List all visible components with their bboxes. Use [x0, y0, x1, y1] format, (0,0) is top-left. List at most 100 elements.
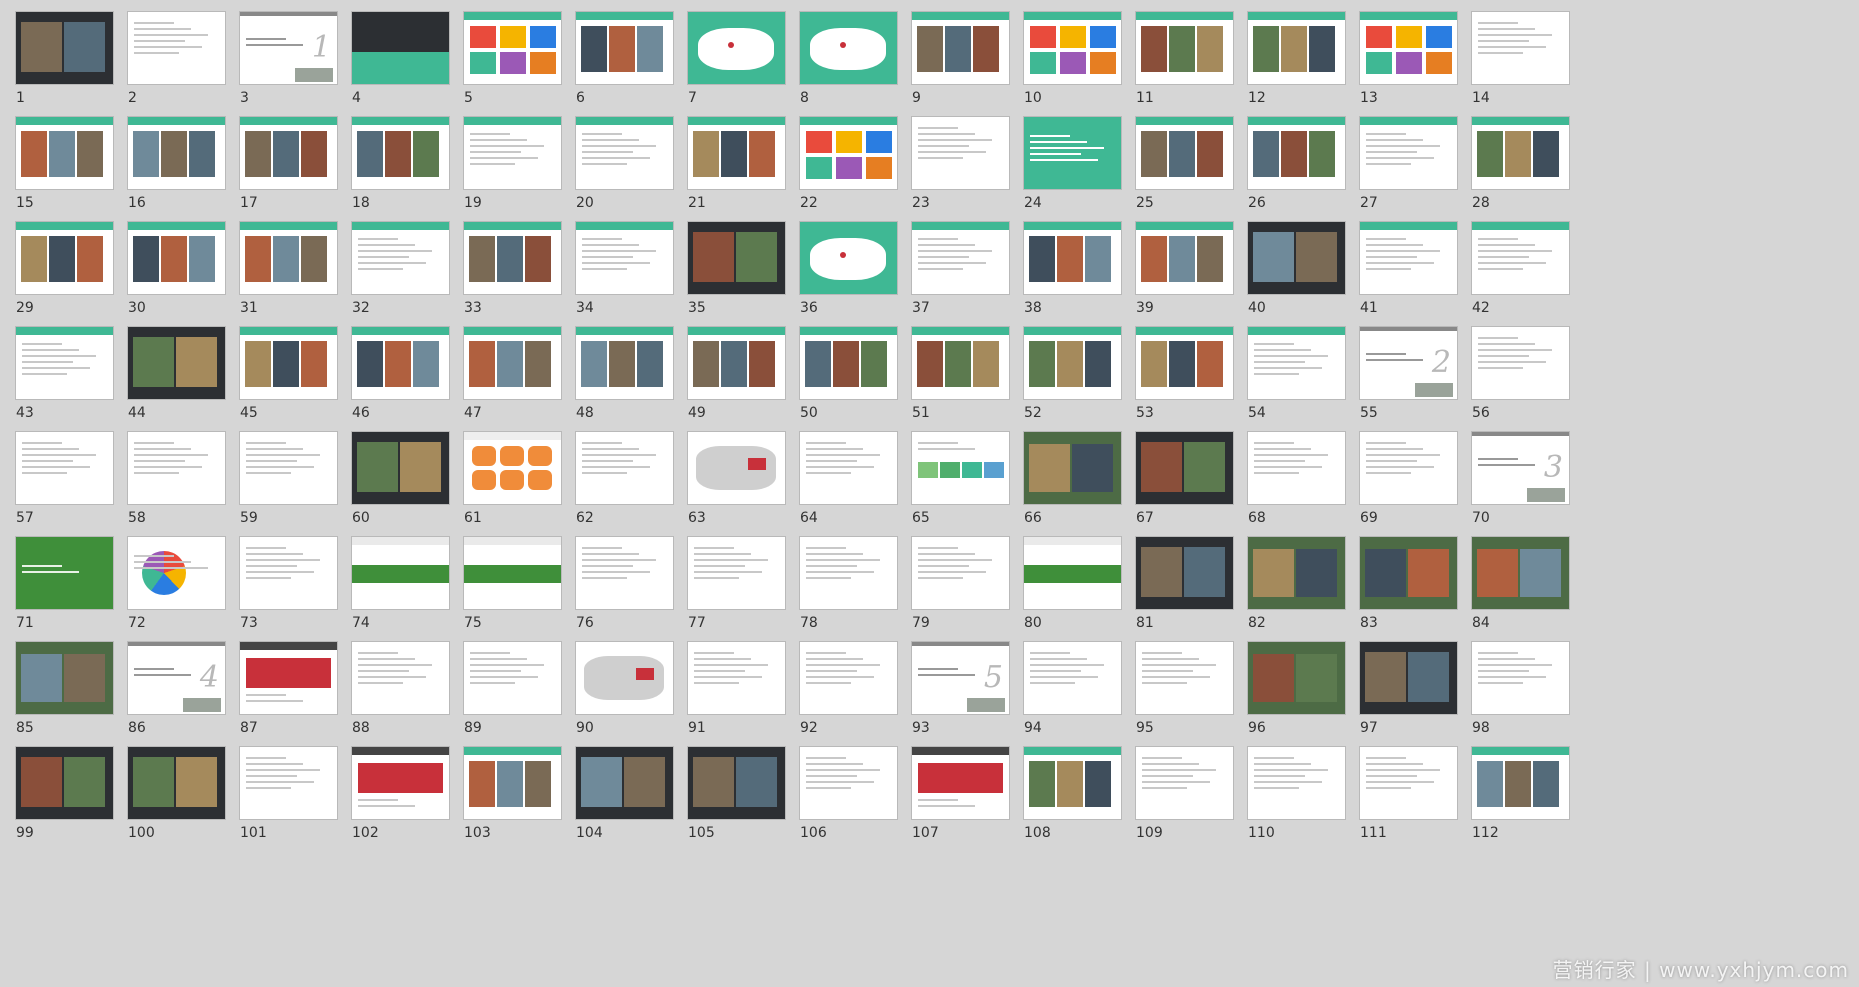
slide-preview: [352, 117, 449, 189]
slide-number: 100: [128, 825, 155, 841]
slide-preview: [688, 327, 785, 399]
slide-number: 69: [1360, 510, 1378, 526]
slide-number: 91: [688, 720, 706, 736]
slide-preview: [128, 222, 225, 294]
slide-number: 93: [912, 720, 930, 736]
slide-preview: [576, 537, 673, 609]
slide-preview: [1136, 327, 1233, 399]
slide-number: 67: [1136, 510, 1154, 526]
slide-number: 81: [1136, 615, 1154, 631]
slide-number: 104: [576, 825, 603, 841]
slide-number: 102: [352, 825, 379, 841]
slide-preview: [1024, 537, 1121, 609]
slide-number: 76: [576, 615, 594, 631]
slide-preview: [464, 117, 561, 189]
slide-number: 96: [1248, 720, 1266, 736]
slide-number: 37: [912, 300, 930, 316]
slide-number: 84: [1472, 615, 1490, 631]
slide-preview: [464, 12, 561, 84]
slide-number: 8: [800, 90, 809, 106]
slide-number: 33: [464, 300, 482, 316]
slide-preview: [240, 432, 337, 504]
slide-number: 20: [576, 195, 594, 211]
slide-preview: [800, 117, 897, 189]
slide-preview: [912, 327, 1009, 399]
slide-preview: [1136, 222, 1233, 294]
slide-number: 2: [128, 90, 137, 106]
slide-number: 59: [240, 510, 258, 526]
slide-preview: 2: [1360, 327, 1457, 399]
slide-number: 40: [1248, 300, 1266, 316]
slide-number: 32: [352, 300, 370, 316]
slide-number: 108: [1024, 825, 1051, 841]
slide-preview: [1472, 747, 1569, 819]
watermark: 营销行家 | www.yxhjym.com: [1552, 958, 1849, 982]
slide-number: 13: [1360, 90, 1378, 106]
slide-number: 12: [1248, 90, 1266, 106]
slide-preview: [800, 432, 897, 504]
slide-number: 87: [240, 720, 258, 736]
slide-number: 29: [16, 300, 34, 316]
slide-preview: [128, 747, 225, 819]
slide-number: 97: [1360, 720, 1378, 736]
slide-preview: [352, 747, 449, 819]
slide-sorter-grid: 1 2 1 3 4 5 6 7 8 9 10 11 12 13 14 15 16 17 18 19 20 21 22 23 24…: [0, 0, 1859, 987]
slide-preview: [688, 117, 785, 189]
slide-number: 53: [1136, 405, 1154, 421]
slide-number: 57: [16, 510, 34, 526]
slide-preview: [1360, 222, 1457, 294]
slide-preview: [576, 327, 673, 399]
slide-preview: [240, 537, 337, 609]
slide-number: 101: [240, 825, 267, 841]
slide-number: 24: [1024, 195, 1042, 211]
slide-number: 35: [688, 300, 706, 316]
slide-preview: [1136, 432, 1233, 504]
slide-number: 34: [576, 300, 594, 316]
slide-preview: [800, 747, 897, 819]
slide-number: 105: [688, 825, 715, 841]
slide-preview: [1360, 537, 1457, 609]
slide-preview: [464, 642, 561, 714]
slide-preview: [1472, 12, 1569, 84]
slide-preview: [688, 12, 785, 84]
slide-number: 44: [128, 405, 146, 421]
slide-preview: [1472, 642, 1569, 714]
slide-number: 74: [352, 615, 370, 631]
slide-number: 99: [16, 825, 34, 841]
slide-preview: [800, 12, 897, 84]
slide-preview: 3: [1472, 432, 1569, 504]
slide-number: 62: [576, 510, 594, 526]
slide-preview: [800, 642, 897, 714]
slide-number: 46: [352, 405, 370, 421]
slide-number: 79: [912, 615, 930, 631]
slide-preview: [128, 12, 225, 84]
slide-preview: [688, 537, 785, 609]
slide-number: 60: [352, 510, 370, 526]
slide-thumbnail-112[interactable]: 112: [1456, 735, 1589, 860]
slide-number: 94: [1024, 720, 1042, 736]
slide-preview: [576, 222, 673, 294]
slide-preview: [1472, 327, 1569, 399]
slide-preview: [16, 117, 113, 189]
slide-number: 109: [1136, 825, 1163, 841]
slide-number: 85: [16, 720, 34, 736]
slide-number: 47: [464, 405, 482, 421]
slide-number: 107: [912, 825, 939, 841]
slide-number: 1: [16, 90, 25, 106]
slide-number: 10: [1024, 90, 1042, 106]
section-number: 1: [311, 30, 331, 65]
slide-preview: [16, 642, 113, 714]
slide-number: 4: [352, 90, 361, 106]
slide-preview: [1360, 432, 1457, 504]
slide-number: 75: [464, 615, 482, 631]
slide-number: 30: [128, 300, 146, 316]
slide-preview: [1248, 432, 1345, 504]
slide-number: 19: [464, 195, 482, 211]
slide-number: 28: [1472, 195, 1490, 211]
slide-preview: [1248, 117, 1345, 189]
slide-number: 83: [1360, 615, 1378, 631]
slide-preview: [1136, 117, 1233, 189]
slide-number: 88: [352, 720, 370, 736]
slide-number: 7: [688, 90, 697, 106]
slide-number: 3: [240, 90, 249, 106]
